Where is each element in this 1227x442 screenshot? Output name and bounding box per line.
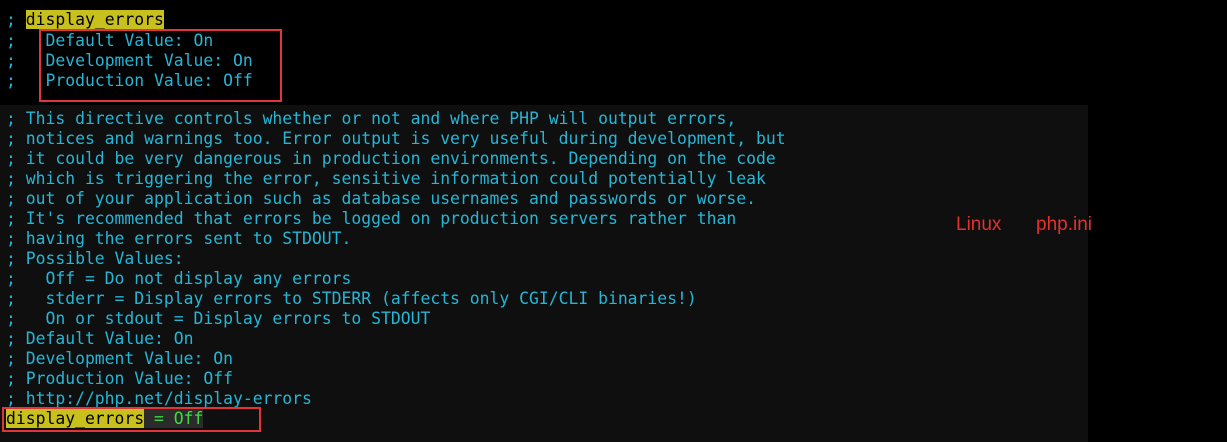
comment-line: ; stderr = Display errors to STDERR (aff… <box>6 289 697 308</box>
comment-line: ; On or stdout = Display errors to STDOU… <box>6 309 431 328</box>
comment-line: ; Default Value: On <box>6 329 194 348</box>
comment-line: ; http://php.net/display-errors <box>6 389 312 408</box>
comment-line: ; It's recommended that errors be logged… <box>6 209 737 228</box>
top-values-annotation-box <box>39 29 282 102</box>
comment-line: ; out of your application such as databa… <box>6 189 756 208</box>
comment-line: ; Possible Values: <box>6 249 184 268</box>
search-match-highlight: display_errors <box>25 10 164 29</box>
heading-line: ; display_errors <box>6 10 164 30</box>
comment-marker: ; <box>6 10 26 29</box>
comment-line: ; it could be very dangerous in producti… <box>6 149 776 168</box>
comment-line: ; Development Value: On <box>6 349 233 368</box>
comment-line: ; Production Value: Off <box>6 369 233 388</box>
annotation-file-label: php.ini <box>1036 214 1092 235</box>
comment-line: ; having the errors sent to STDOUT. <box>6 229 352 248</box>
terminal-editor[interactable]: ; display_errors ; Default Value: On ; D… <box>0 0 1227 442</box>
comment-line: ; This directive controls whether or not… <box>6 109 737 128</box>
comment-line: ; which is triggering the error, sensiti… <box>6 169 766 188</box>
comment-line: ; Off = Do not display any errors <box>6 269 352 288</box>
annotation-os-label: Linux <box>956 214 1002 235</box>
directive-annotation-box <box>2 407 261 432</box>
comment-line: ; notices and warnings too. Error output… <box>6 129 786 148</box>
